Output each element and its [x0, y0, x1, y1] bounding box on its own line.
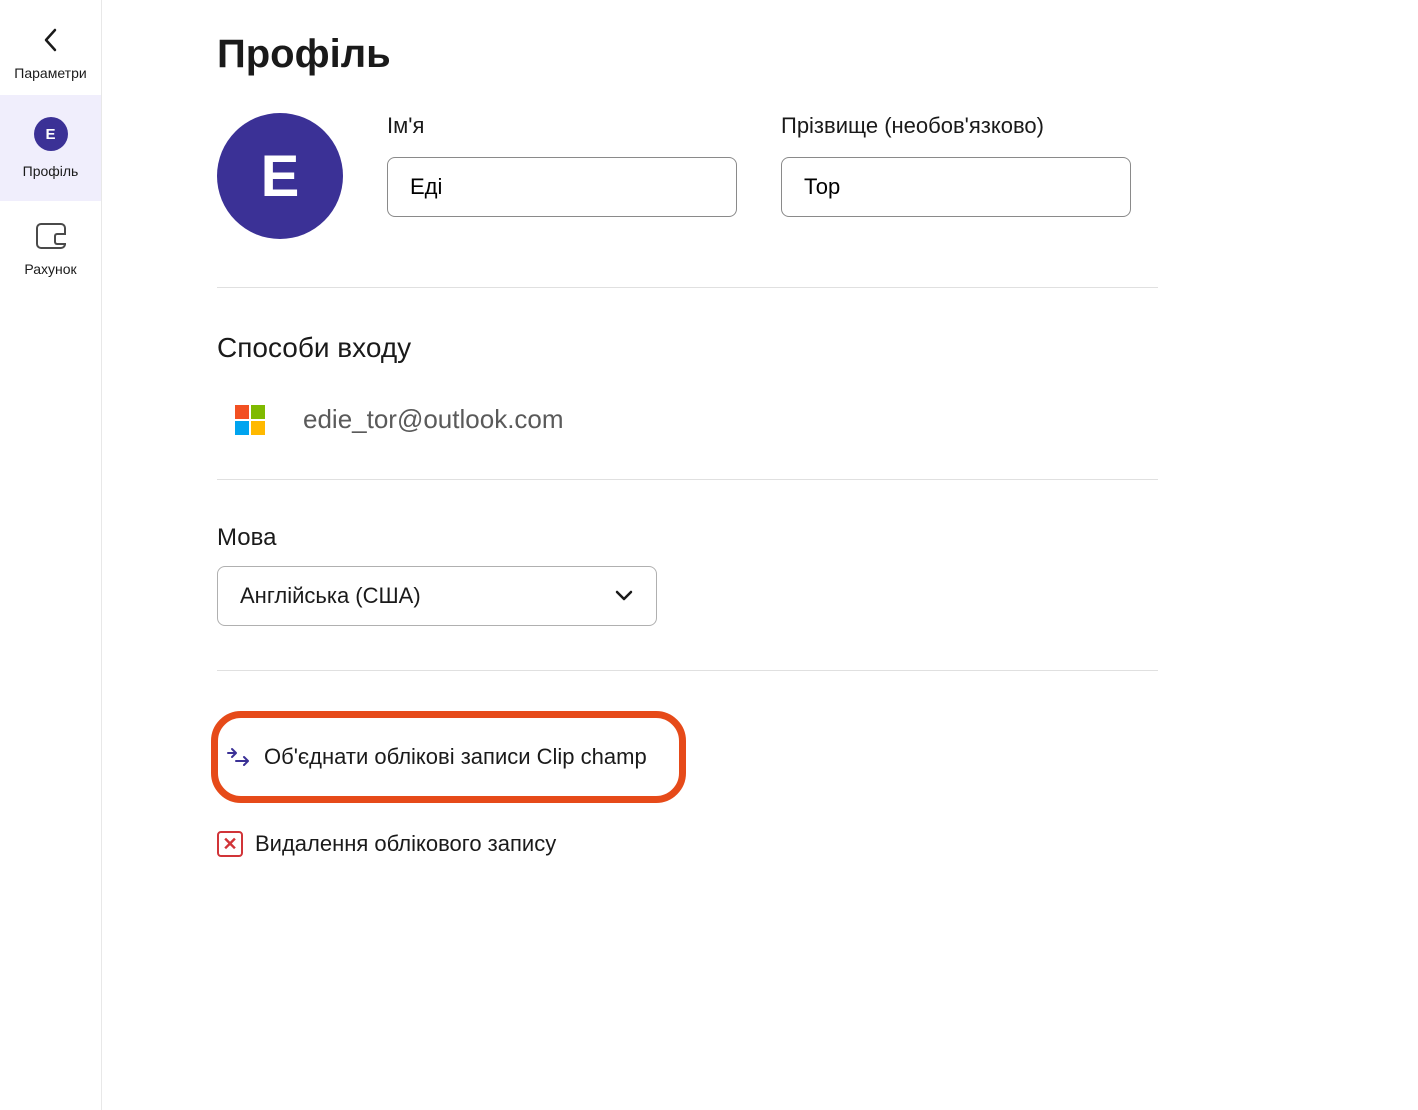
first-name-group: Ім'я: [387, 113, 737, 217]
first-name-input[interactable]: [387, 157, 737, 217]
back-button[interactable]: Параметри: [0, 20, 101, 95]
avatar-large[interactable]: E: [217, 113, 343, 239]
sidebar-item-label: Рахунок: [24, 261, 76, 277]
last-name-group: Прізвище (необов'язково): [781, 113, 1131, 217]
back-label: Параметри: [14, 65, 86, 81]
last-name-label: Прізвище (необов'язково): [781, 113, 1131, 139]
microsoft-logo-icon: [235, 405, 265, 435]
avatar-initial: E: [261, 143, 300, 210]
merge-accounts-link[interactable]: Об'єднати облікові записи Clip champ: [226, 736, 647, 778]
delete-icon: ✕: [217, 831, 243, 857]
login-method-row: edie_tor@outlook.com: [217, 404, 1158, 435]
chevron-down-icon: [614, 586, 634, 607]
login-methods-title: Способи входу: [217, 332, 1158, 364]
wallet-icon: [36, 223, 66, 249]
login-methods-section: Способи входу edie_tor@outlook.com: [217, 287, 1158, 479]
main-content: Профіль E Ім'я Прізвище (необов'язково) …: [102, 0, 1418, 1110]
delete-account-label: Видалення облікового запису: [255, 831, 556, 857]
avatar-initial: E: [45, 126, 55, 143]
sidebar-item-label: Профіль: [23, 163, 79, 179]
sidebar: Параметри E Профіль Рахунок: [0, 0, 102, 1110]
login-email: edie_tor@outlook.com: [303, 404, 564, 435]
merge-highlight: Об'єднати облікові записи Clip champ: [211, 711, 686, 803]
account-actions-section: Об'єднати облікові записи Clip champ ✕ В…: [217, 670, 1158, 865]
merge-accounts-label: Об'єднати облікові записи Clip champ: [264, 744, 647, 770]
language-select[interactable]: Англійська (США): [217, 566, 657, 626]
chevron-left-icon: [41, 26, 61, 59]
last-name-input[interactable]: [781, 157, 1131, 217]
page-title: Профіль: [217, 32, 1418, 77]
merge-icon: [226, 744, 252, 770]
profile-identity-row: E Ім'я Прізвище (необов'язково): [217, 113, 1418, 287]
language-label: Мова: [217, 524, 1158, 552]
language-selected-value: Англійська (США): [240, 583, 421, 609]
language-section: Мова Англійська (США): [217, 479, 1158, 670]
sidebar-item-profile[interactable]: E Профіль: [0, 95, 101, 201]
avatar-small: E: [34, 117, 68, 151]
first-name-label: Ім'я: [387, 113, 737, 139]
delete-account-link[interactable]: ✕ Видалення облікового запису: [217, 823, 1158, 865]
sidebar-item-account[interactable]: Рахунок: [0, 201, 101, 299]
